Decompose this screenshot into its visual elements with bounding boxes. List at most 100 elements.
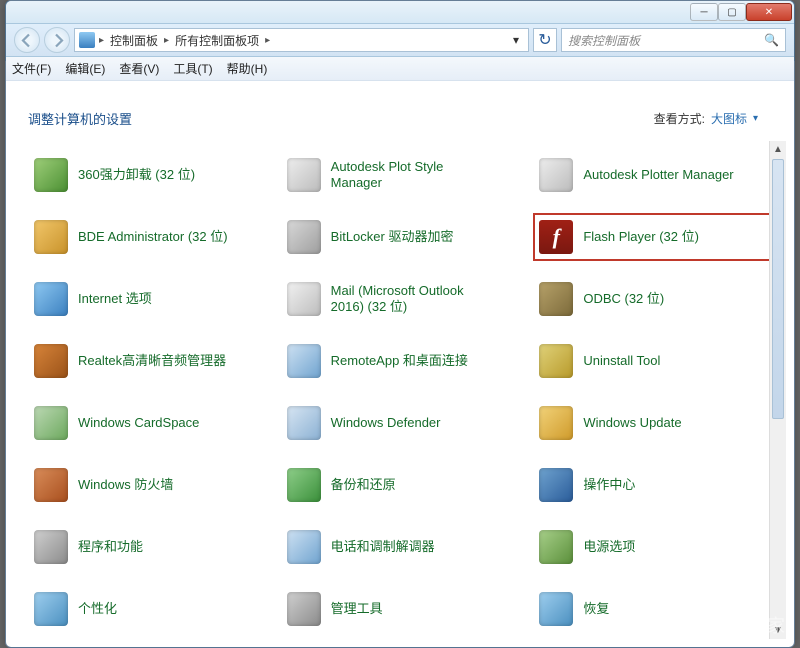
chevron-right-icon: ▸ [162,35,171,46]
item-realtek-audio-icon [34,344,68,378]
item-phone-modem-icon [287,530,321,564]
item-personalization[interactable]: 个性化 [28,585,277,633]
item-remoteapp-icon [287,344,321,378]
item-windows-update[interactable]: Windows Update [533,399,782,447]
chevron-right-icon: ▸ [263,35,272,46]
menu-tools[interactable]: 工具(T) [173,60,212,77]
item-cardspace-icon [34,406,68,440]
breadcrumb-seg-1[interactable]: 所有控制面板项 [171,32,263,49]
address-dropdown[interactable]: ▾ [508,33,524,47]
item-power-options-icon [539,530,573,564]
item-360-uninstall-icon [34,158,68,192]
maximize-icon: ▢ [727,7,736,18]
item-recovery-label: 恢复 [583,601,609,617]
refresh-button[interactable]: ↻ [533,28,557,52]
item-backup-restore[interactable]: 备份和还原 [281,461,530,509]
chevron-down-icon[interactable]: ▾ [753,113,758,124]
item-personalization-label: 个性化 [78,601,117,617]
item-internet-options[interactable]: Internet 选项 [28,275,277,323]
item-bde-admin-icon [34,220,68,254]
item-realtek-audio[interactable]: Realtek高清晰音频管理器 [28,337,277,385]
back-button[interactable] [14,27,40,53]
breadcrumb-seg-0[interactable]: 控制面板 [106,32,162,49]
search-input[interactable]: 搜索控制面板 🔍 [561,28,786,52]
item-admin-tools-icon [287,592,321,626]
item-defender-label: Windows Defender [331,415,441,431]
item-mail-outlook[interactable]: Mail (Microsoft Outlook 2016) (32 位) [281,275,530,323]
menu-edit[interactable]: 编辑(E) [65,60,105,77]
item-programs-features-icon [34,530,68,564]
item-autodesk-plot-style-icon [287,158,321,192]
view-by-label: 查看方式: [654,110,705,127]
item-defender-icon [287,406,321,440]
item-autodesk-plotter-icon [539,158,573,192]
titlebar: ─ ▢ ✕ [6,1,794,23]
item-autodesk-plotter[interactable]: Autodesk Plotter Manager [533,151,782,199]
item-bde-admin-label: BDE Administrator (32 位) [78,229,228,245]
forward-icon [50,33,65,48]
item-windows-update-icon [539,406,573,440]
item-power-options[interactable]: 电源选项 [533,523,782,571]
item-odbc[interactable]: ODBC (32 位) [533,275,782,323]
view-by-value[interactable]: 大图标 [711,110,747,127]
item-firewall-label: Windows 防火墙 [78,477,173,493]
menu-help[interactable]: 帮助(H) [227,60,268,77]
item-bde-admin[interactable]: BDE Administrator (32 位) [28,213,277,261]
maximize-button[interactable]: ▢ [718,3,746,21]
item-360-uninstall[interactable]: 360强力卸载 (32 位) [28,151,277,199]
menu-view[interactable]: 查看(V) [119,60,159,77]
item-realtek-audio-label: Realtek高清晰音频管理器 [78,353,226,369]
scroll-down-icon[interactable]: ▼ [770,622,786,639]
item-phone-modem[interactable]: 电话和调制解调器 [281,523,530,571]
item-internet-options-label: Internet 选项 [78,291,152,307]
close-button[interactable]: ✕ [746,3,792,21]
item-backup-restore-icon [287,468,321,502]
menu-file[interactable]: 文件(F) [12,60,51,77]
page-header: 调整计算机的设置 查看方式: 大图标 ▾ [6,81,794,140]
item-defender[interactable]: Windows Defender [281,399,530,447]
item-windows-update-label: Windows Update [583,415,681,431]
item-internet-options-icon [34,282,68,316]
item-autodesk-plotter-label: Autodesk Plotter Manager [583,167,733,183]
item-power-options-label: 电源选项 [583,539,635,555]
item-personalization-icon [34,592,68,626]
item-bitlocker-label: BitLocker 驱动器加密 [331,229,454,245]
content-area: 360强力卸载 (32 位) Autodesk Plot Style Manage… [14,141,786,639]
item-autodesk-plot-style-label: Autodesk Plot Style Manager [331,159,491,192]
forward-button[interactable] [44,27,70,53]
item-uninstall-tool[interactable]: Uninstall Tool [533,337,782,385]
item-admin-tools-label: 管理工具 [331,601,383,617]
window-frame: ─ ▢ ✕ ▸ 控制面板 ▸ 所有控制面板项 ▸ ▾ ↻ 搜索控制面板 🔍 [5,0,795,648]
item-flash-player[interactable]: f Flash Player (32 位) [533,213,782,261]
item-bitlocker-icon [287,220,321,254]
item-programs-features[interactable]: 程序和功能 [28,523,277,571]
scroll-up-icon[interactable]: ▲ [770,141,786,158]
item-action-center[interactable]: 操作中心 [533,461,782,509]
item-firewall-icon [34,468,68,502]
chevron-right-icon: ▸ [97,35,106,46]
menubar: 文件(F) 编辑(E) 查看(V) 工具(T) 帮助(H) [6,57,794,81]
minimize-icon: ─ [700,7,707,18]
item-recovery-icon [539,592,573,626]
item-bitlocker[interactable]: BitLocker 驱动器加密 [281,213,530,261]
item-grid: 360强力卸载 (32 位) Autodesk Plot Style Manage… [14,141,786,639]
item-action-center-label: 操作中心 [583,477,635,493]
scrollbar-thumb[interactable] [772,159,784,419]
item-cardspace[interactable]: Windows CardSpace [28,399,277,447]
item-flash-player-label: Flash Player (32 位) [583,229,699,245]
item-recovery[interactable]: 恢复 [533,585,782,633]
item-cardspace-label: Windows CardSpace [78,415,199,431]
item-firewall[interactable]: Windows 防火墙 [28,461,277,509]
item-admin-tools[interactable]: 管理工具 [281,585,530,633]
item-programs-features-label: 程序和功能 [78,539,143,555]
item-flash-player-icon: f [539,220,573,254]
page-title: 调整计算机的设置 [28,109,132,128]
item-action-center-icon [539,468,573,502]
item-backup-restore-label: 备份和还原 [331,477,396,493]
item-remoteapp[interactable]: RemoteApp 和桌面连接 [281,337,530,385]
address-bar[interactable]: ▸ 控制面板 ▸ 所有控制面板项 ▸ ▾ [74,28,529,52]
scrollbar[interactable]: ▲ ▼ [769,141,786,639]
item-phone-modem-label: 电话和调制解调器 [331,539,435,555]
item-autodesk-plot-style[interactable]: Autodesk Plot Style Manager [281,151,530,199]
minimize-button[interactable]: ─ [690,3,718,21]
